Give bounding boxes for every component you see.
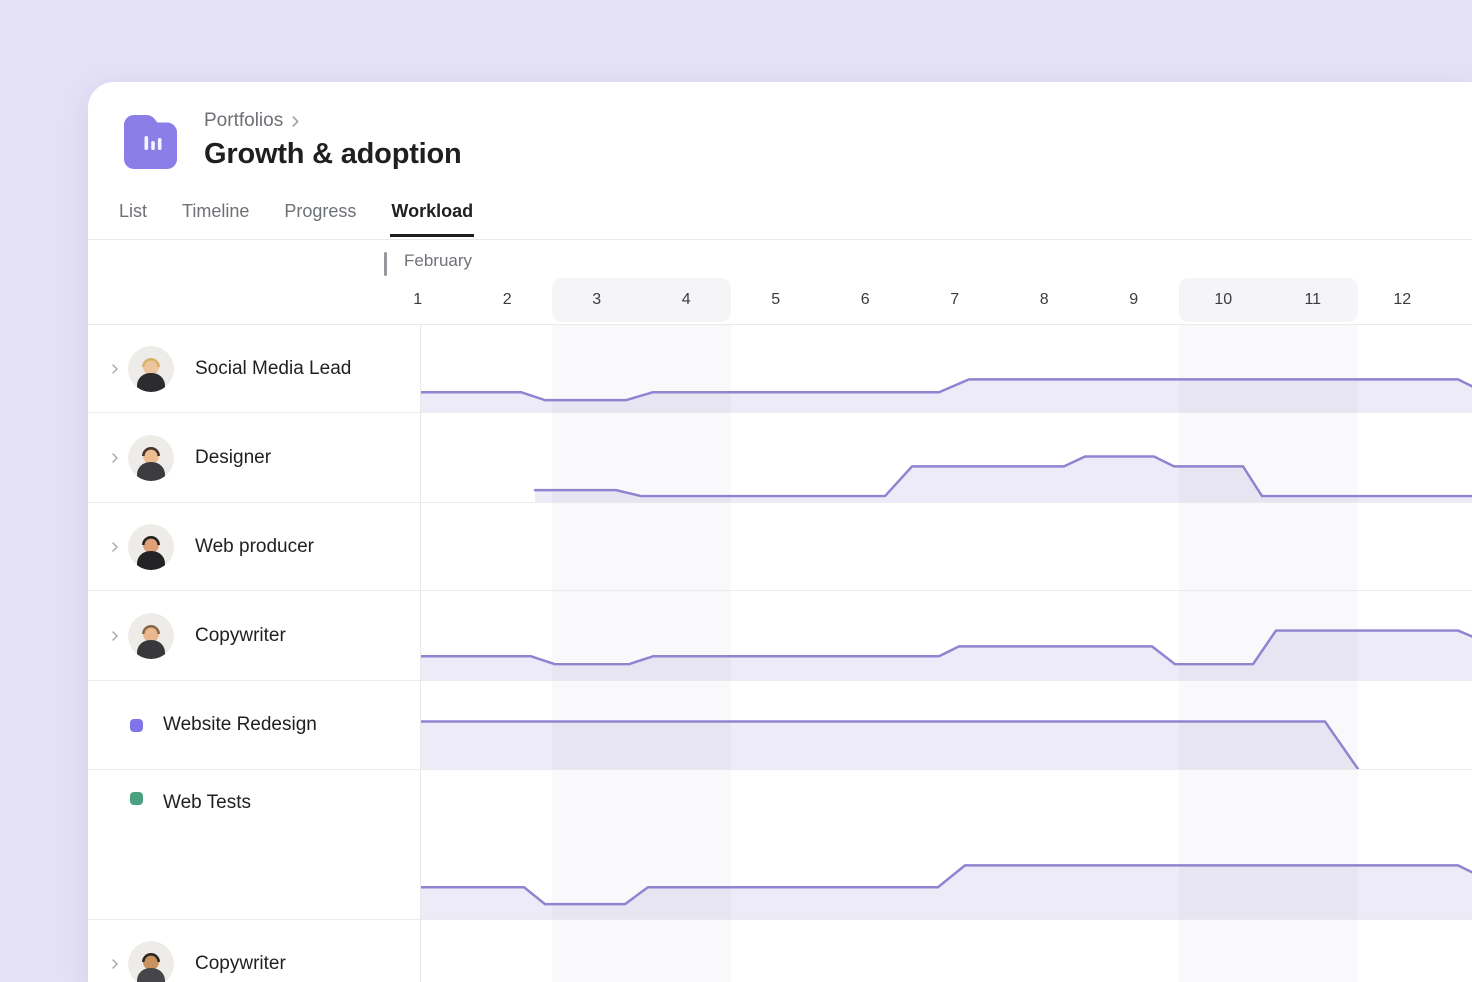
day-label-9: 9 <box>1129 278 1138 322</box>
workload-row-copywriter: Copywriter <box>88 920 1472 982</box>
timeline-header: February 123456789101112 <box>88 240 1472 325</box>
workload-chart-copywriter <box>421 591 1472 680</box>
row-header-designer[interactable]: Designer <box>88 413 421 502</box>
expand-chevron-icon[interactable] <box>110 542 120 552</box>
tab-workload[interactable]: Workload <box>390 201 474 237</box>
day-label-4: 4 <box>682 278 691 322</box>
avatar <box>128 435 174 481</box>
row-header-copywriter[interactable]: Copywriter <box>88 591 421 680</box>
day-label-10: 10 <box>1214 278 1232 322</box>
workload-row-website-redesign: Website Redesign <box>88 681 1472 770</box>
card-header: Portfolios Growth & adoption List Timelin… <box>88 82 1472 240</box>
avatar <box>128 524 174 570</box>
workload-row-social-media-lead: Social Media Lead <box>88 325 1472 413</box>
workload-area-chart <box>421 770 1472 919</box>
row-label: Social Media Lead <box>195 358 351 380</box>
workload-chart-website-redesign <box>421 681 1472 769</box>
workload-row-copywriter: Copywriter <box>88 591 1472 681</box>
avatar <box>128 613 174 659</box>
workload-chart-copywriter <box>421 920 1472 982</box>
row-label: Designer <box>195 447 271 469</box>
tab-bar: List Timeline Progress Workload <box>118 201 474 237</box>
row-label: Web producer <box>195 536 314 558</box>
row-header-website-redesign[interactable]: Website Redesign <box>88 681 421 769</box>
expand-chevron-icon[interactable] <box>110 959 120 969</box>
row-header-social-media-lead[interactable]: Social Media Lead <box>88 325 421 412</box>
portfolio-folder-icon <box>118 110 183 174</box>
row-header-web-tests[interactable]: Web Tests <box>88 770 421 919</box>
avatar <box>128 941 174 982</box>
workload-card: Portfolios Growth & adoption List Timelin… <box>88 82 1472 982</box>
header-text-block: Portfolios Growth & adoption <box>204 109 462 171</box>
breadcrumb: Portfolios <box>204 109 462 133</box>
month-tick <box>384 252 387 276</box>
day-label-1: 1 <box>413 278 422 322</box>
workload-row-web-tests: Web Tests <box>88 770 1472 920</box>
workload-chart-web-producer <box>421 503 1472 590</box>
page-title: Growth & adoption <box>204 138 462 171</box>
workload-chart-designer <box>421 413 1472 502</box>
day-label-2: 2 <box>503 278 512 322</box>
row-label: Copywriter <box>195 953 286 975</box>
project-color-bullet <box>130 792 143 805</box>
day-label-12: 12 <box>1393 278 1411 322</box>
day-label-5: 5 <box>771 278 780 322</box>
day-label-7: 7 <box>950 278 959 322</box>
breadcrumb-chevron-icon <box>290 116 301 127</box>
workload-area-chart <box>421 591 1472 680</box>
expand-chevron-icon[interactable] <box>110 364 120 374</box>
avatar <box>128 346 174 392</box>
day-label-3: 3 <box>592 278 601 322</box>
row-header-web-producer[interactable]: Web producer <box>88 503 421 590</box>
row-label: Copywriter <box>195 625 286 647</box>
rows-container: Social Media Lead Designer Web producer Cop… <box>88 325 1472 982</box>
weekend-header-pill <box>1179 278 1358 322</box>
workload-area-chart <box>421 681 1472 769</box>
expand-chevron-icon[interactable] <box>110 631 120 641</box>
project-color-bullet <box>130 719 143 732</box>
row-label: Website Redesign <box>163 714 317 736</box>
workload-row-designer: Designer <box>88 413 1472 503</box>
workload-area-chart <box>421 325 1472 412</box>
expand-chevron-icon[interactable] <box>110 453 120 463</box>
month-label: February <box>404 251 472 271</box>
workload-chart-web-tests <box>421 770 1472 919</box>
row-label: Web Tests <box>163 792 251 814</box>
day-label-6: 6 <box>861 278 870 322</box>
workload-chart-social-media-lead <box>421 325 1472 412</box>
row-header-copywriter[interactable]: Copywriter <box>88 920 421 982</box>
workload-body: Social Media Lead Designer Web producer Cop… <box>88 325 1472 982</box>
workload-row-web-producer: Web producer <box>88 503 1472 591</box>
page-background: Portfolios Growth & adoption List Timelin… <box>0 0 1472 982</box>
tab-timeline[interactable]: Timeline <box>181 201 250 237</box>
day-label-8: 8 <box>1040 278 1049 322</box>
workload-area-chart <box>421 413 1472 502</box>
day-label-11: 11 <box>1304 278 1321 322</box>
breadcrumb-portfolios-link[interactable]: Portfolios <box>204 110 283 132</box>
weekend-header-pill <box>552 278 731 322</box>
tab-list[interactable]: List <box>118 201 148 237</box>
tab-progress[interactable]: Progress <box>283 201 357 237</box>
